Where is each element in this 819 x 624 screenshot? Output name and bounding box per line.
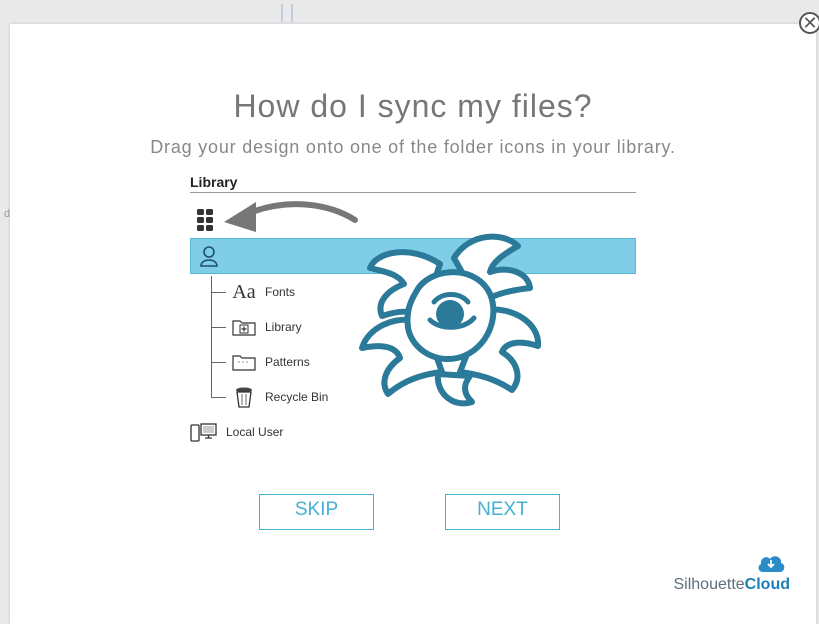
background-text-fragment: d <box>4 208 11 220</box>
computer-icon <box>190 423 217 442</box>
close-icon[interactable]: ✕ <box>799 12 819 34</box>
brand-name: SilhouetteCloud <box>673 576 791 593</box>
user-icon <box>200 246 218 267</box>
tree-item-label: Library <box>265 320 302 334</box>
tree-branch <box>211 361 226 363</box>
font-icon: Aa <box>232 280 256 303</box>
tree-branch <box>211 291 226 293</box>
modal-title: How do I sync my files? <box>233 88 593 124</box>
local-user-item[interactable]: Local User <box>190 421 283 443</box>
tree-item-label: Recycle Bin <box>265 390 329 404</box>
tree-item-recycle-bin[interactable]: Recycle Bin <box>211 387 329 408</box>
tree-item-label: Patterns <box>265 355 310 369</box>
recycle-bin-icon <box>231 387 257 408</box>
flower-design-icon <box>359 233 542 407</box>
tree-branch <box>211 326 226 328</box>
tree-branch <box>211 396 226 398</box>
next-button[interactable]: NEXT <box>445 494 560 530</box>
background-marker <box>281 4 283 22</box>
folder-icon <box>231 352 257 372</box>
folder-plus-icon <box>231 317 257 337</box>
skip-button[interactable]: SKIP <box>259 494 374 530</box>
library-heading: Library <box>190 174 636 193</box>
grid-view-icon <box>197 209 213 231</box>
sync-tutorial-modal: How do I sync my files? Drag your design… <box>10 24 816 624</box>
tree-item-label: Fonts <box>265 285 296 299</box>
background-marker <box>291 4 293 22</box>
tree-item-fonts[interactable]: Aa Fonts <box>211 280 296 303</box>
modal-subtitle: Drag your design onto one of the folder … <box>150 137 676 157</box>
local-user-label: Local User <box>226 425 284 439</box>
tree-item-patterns[interactable]: Patterns <box>211 352 310 372</box>
cloud-download-icon <box>758 556 785 572</box>
drag-arrow-icon <box>224 201 358 232</box>
tree-item-library[interactable]: Library <box>211 317 302 337</box>
